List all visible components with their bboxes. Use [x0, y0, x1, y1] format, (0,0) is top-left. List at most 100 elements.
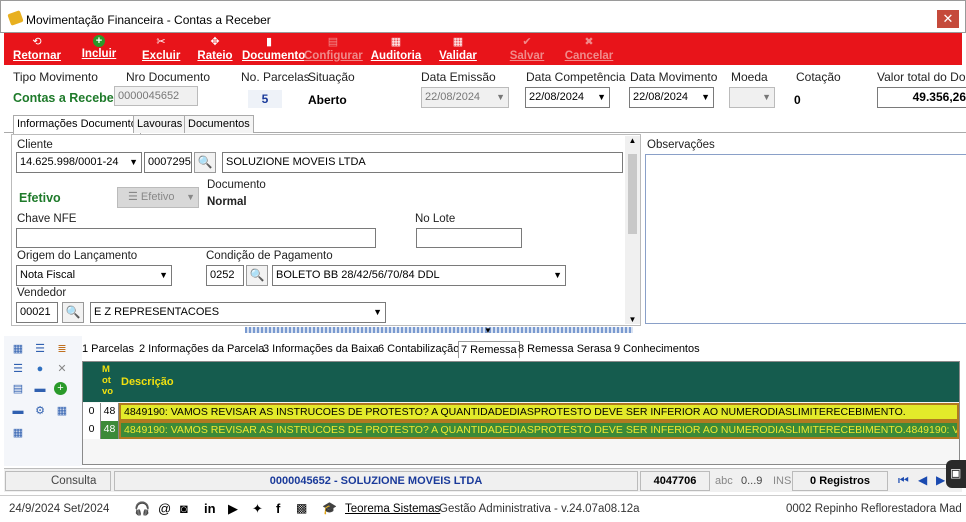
- tipo-value: Contas a Receber: [13, 91, 119, 105]
- chave-nfe-field[interactable]: [16, 228, 376, 248]
- youtube-icon[interactable]: ▶: [228, 501, 238, 517]
- table-row[interactable]: 0 48 4849190: VAMOS REVISAR AS INSTRUCOE…: [83, 403, 959, 421]
- configurar-button[interactable]: ▤ Configurar: [304, 33, 363, 65]
- tab-remessa[interactable]: 7 Remessa: [458, 341, 520, 358]
- data-movimento-field[interactable]: 22/08/2024 ▼: [629, 87, 714, 108]
- no-lote-label: No Lote: [415, 213, 456, 225]
- condicao-select[interactable]: BOLETO BB 28/42/56/70/84 DDL ▼: [272, 265, 566, 286]
- status-code: 4047706: [640, 471, 710, 491]
- chevron-down-icon: ▼: [496, 92, 505, 102]
- scroll-down-icon: ▼: [628, 315, 637, 324]
- auditoria-button[interactable]: ▦ Auditoria: [370, 33, 422, 65]
- window-title: Movimentação Financeira - Contas a Receb…: [26, 13, 271, 27]
- no-lote-field[interactable]: [416, 228, 522, 248]
- headset-icon[interactable]: 🎧: [134, 501, 150, 517]
- situacao-label: Situação: [308, 70, 355, 84]
- first-record-icon[interactable]: ⏮: [898, 473, 909, 488]
- drop-icon[interactable]: ●: [32, 362, 48, 376]
- tab-parcelas[interactable]: 1 Parcelas: [80, 341, 136, 358]
- emissao-label: Data Emissão: [421, 70, 496, 84]
- tab-remessa-serasa[interactable]: 8 Remessa Serasa: [516, 341, 614, 358]
- documento-button[interactable]: ▮ Documento: [242, 33, 305, 65]
- moeda-select[interactable]: ▼: [729, 87, 775, 108]
- tab-documentos[interactable]: Documentos: [184, 115, 254, 133]
- footer-empresa: 0002 Repinho Reflorestadora Mad: [786, 503, 962, 515]
- origem-select[interactable]: Nota Fiscal ▼: [16, 265, 172, 286]
- grid-icon[interactable]: ▦: [10, 342, 26, 356]
- tab-lavouras[interactable]: Lavouras: [133, 115, 187, 133]
- movimento-label: Data Movimento: [630, 70, 718, 84]
- linkedin-icon[interactable]: in: [204, 501, 216, 516]
- list-icon[interactable]: ☰: [10, 362, 26, 376]
- instagram-icon[interactable]: ◙: [180, 501, 188, 516]
- tab-conhecimentos[interactable]: 9 Conhecimentos: [612, 341, 702, 358]
- gear-icon[interactable]: ⚙: [32, 404, 48, 418]
- cliente-code-field[interactable]: 0007295: [144, 152, 192, 173]
- teorema-link[interactable]: Teorema Sistemas: [345, 503, 440, 515]
- next-record-icon[interactable]: ▶: [936, 473, 945, 487]
- tab-info-baixa[interactable]: 3 Informações da Baixa: [261, 341, 381, 358]
- retornar-button[interactable]: ⟲ Retornar: [11, 33, 63, 65]
- nro-documento-field[interactable]: 0000045652: [114, 86, 198, 106]
- competencia-label: Data Competência: [526, 70, 626, 84]
- chevron-down-icon: ▼: [373, 307, 382, 317]
- prev-record-icon[interactable]: ◀: [918, 473, 927, 487]
- close-icon[interactable]: ✕: [54, 362, 70, 376]
- search-icon[interactable]: 🔍: [246, 265, 268, 286]
- twitter-icon[interactable]: ✦: [252, 501, 263, 517]
- teams-icon[interactable]: ▩: [296, 501, 307, 515]
- chevron-down-icon: ▼: [701, 92, 710, 102]
- table-row[interactable]: 0 48 4849190: VAMOS REVISAR AS INSTRUCOE…: [83, 421, 959, 439]
- cancelar-button[interactable]: ✖ Cancelar: [564, 33, 614, 65]
- status-document: 0000045652 - SOLUZIONE MOVEIS LTDA: [114, 471, 638, 491]
- graduation-icon[interactable]: 🎓: [322, 501, 337, 515]
- calendar-icon[interactable]: ▤: [10, 382, 26, 396]
- app-icon: [7, 10, 24, 26]
- form-scrollbar[interactable]: ▲ ▼: [625, 136, 640, 324]
- close-button[interactable]: ✕: [937, 10, 959, 28]
- data-competencia-field[interactable]: 22/08/2024 ▼: [525, 87, 610, 108]
- grid-header: M ot vo Descrição: [83, 362, 959, 402]
- print-icon[interactable]: ▬: [32, 382, 48, 396]
- stack-icon[interactable]: ≣: [54, 342, 70, 356]
- search-icon[interactable]: 🔍: [62, 302, 84, 323]
- cliente-name-field[interactable]: SOLUZIONE MOVEIS LTDA: [222, 152, 623, 173]
- status-ins: INS: [773, 475, 792, 487]
- valor-total-field[interactable]: 49.356,26: [877, 87, 966, 108]
- cliente-cnpj-field[interactable]: 14.625.998/0001-24 ▼: [16, 152, 142, 173]
- chevron-down-icon: ▼: [186, 192, 195, 202]
- origem-label: Origem do Lançamento: [17, 250, 138, 262]
- validar-button[interactable]: ▦ Validar: [437, 33, 479, 65]
- email-icon[interactable]: @: [158, 501, 171, 516]
- documento-label: Documento: [207, 179, 266, 191]
- list-icon[interactable]: ☰: [32, 342, 48, 356]
- efetivo-dropdown[interactable]: ☰ Efetivo ▼: [117, 187, 199, 208]
- tab-info-parcela[interactable]: 2 Informações da Parcela: [137, 341, 266, 358]
- splitter-handle[interactable]: [245, 327, 633, 333]
- print-icon[interactable]: ▬: [10, 404, 26, 418]
- search-icon[interactable]: 🔍: [194, 152, 216, 173]
- facebook-icon[interactable]: f: [276, 501, 280, 516]
- tab-contabilizacao[interactable]: 6 Contabilização: [376, 341, 461, 358]
- grid-icon[interactable]: ▦: [54, 404, 70, 418]
- rateio-button[interactable]: ✥ Rateio: [197, 33, 233, 65]
- data-emissao-field[interactable]: 22/08/2024 ▼: [421, 87, 509, 108]
- chat-widget[interactable]: ▣: [946, 460, 966, 488]
- status-num: 0...9: [741, 475, 763, 487]
- observacoes-field[interactable]: [645, 154, 966, 324]
- salvar-button[interactable]: ✔ Salvar: [508, 33, 546, 65]
- chave-nfe-label: Chave NFE: [17, 213, 77, 225]
- excluir-button[interactable]: ✂ Excluir: [142, 33, 180, 65]
- condicao-code-field[interactable]: 0252: [206, 265, 244, 286]
- chat-icon: ▣: [950, 466, 962, 480]
- vendedor-select[interactable]: E Z REPRESENTACOES ▼: [90, 302, 386, 323]
- col-descricao-header[interactable]: Descrição: [121, 376, 174, 388]
- tab-informacoes-documento[interactable]: Informações Documento: [13, 115, 141, 134]
- vendedor-code-field[interactable]: 00021: [16, 302, 58, 323]
- chevron-down-icon: ▼: [159, 270, 168, 280]
- incluir-button[interactable]: + Incluir: [81, 33, 117, 65]
- status-abc: abc: [715, 475, 733, 487]
- grid-icon[interactable]: ▦: [10, 426, 26, 440]
- total-label: Valor total do Doc: [877, 70, 966, 84]
- add-icon[interactable]: +: [54, 382, 67, 395]
